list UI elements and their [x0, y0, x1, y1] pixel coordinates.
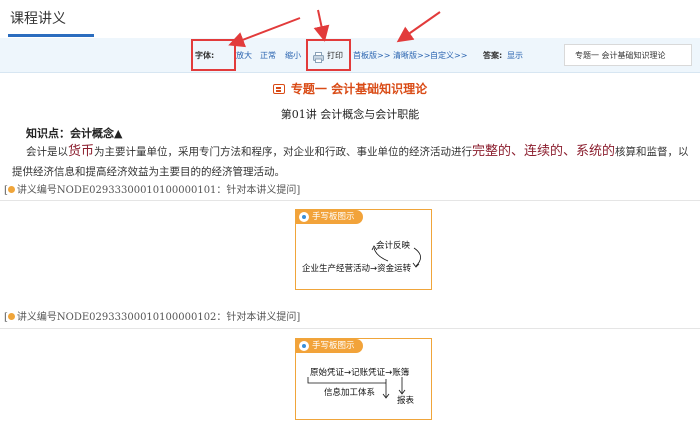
highlight-complete-continuous: 完整的、连续的、系统的	[472, 144, 616, 159]
lecture-note-2[interactable]: [讲义编号NODE02933300010100000102：针对本讲义提问]	[4, 308, 300, 323]
concept-paragraph: 会计是以货币为主要计量单位，采用专门方法和程序，对企业和行政、事业单位的经济活动…	[12, 144, 689, 178]
lecture-note-1[interactable]: [讲义编号NODE02933300010100000101：针对本讲义提问]	[4, 181, 300, 196]
topic-heading: 专题一 会计基础知识理论	[0, 80, 700, 97]
handwriting-diagram-2: 手写板图示 原始凭证→记账凭证→账簿 信息加工体系 报表	[295, 338, 432, 420]
note-icon	[7, 313, 15, 320]
hw-arrows-1	[371, 245, 421, 268]
divider	[0, 328, 700, 329]
topic-heading-text: 专题一 会计基础知识理论	[290, 82, 428, 96]
lecture-title: 第01讲 会计概念与会计职能	[280, 108, 420, 121]
highlight-currency: 货币	[68, 144, 95, 159]
handwriting-diagram-1: 手写板图示 会计反映 企业生产经营活动→资金运转	[295, 209, 432, 290]
book-icon	[272, 84, 285, 94]
knowledge-point-heading: 知识点：会计概念▲	[26, 127, 123, 140]
divider	[0, 200, 700, 201]
hw-arrows-2	[307, 377, 406, 399]
note-icon	[7, 186, 15, 193]
